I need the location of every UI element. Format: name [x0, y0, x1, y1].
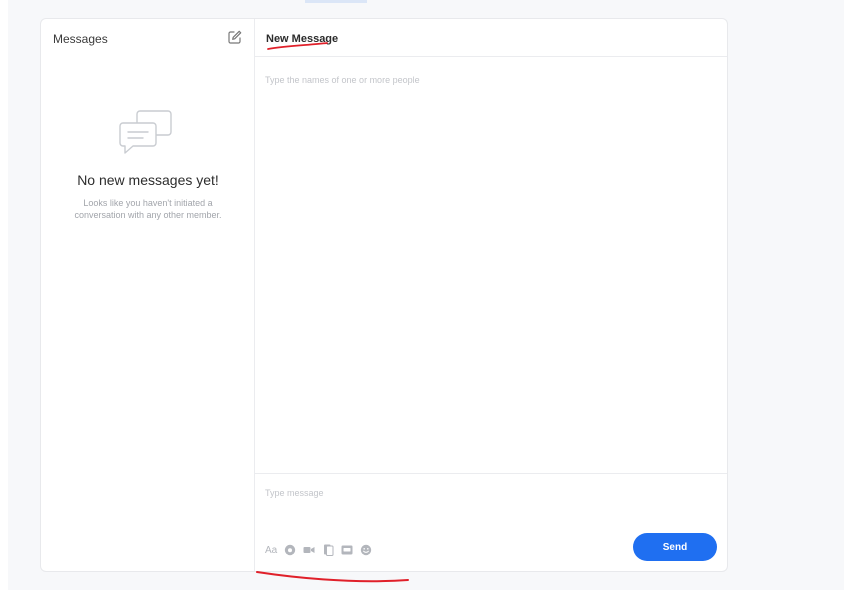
text-format-button[interactable]: Aa — [265, 544, 277, 556]
document-icon — [323, 544, 334, 556]
chat-bubbles-icon — [119, 110, 172, 154]
messages-sidebar: Messages No new messages yet! Looks like… — [41, 19, 255, 571]
sidebar-title: Messages — [53, 32, 108, 46]
recipients-input[interactable] — [265, 71, 705, 89]
red-underline-annotation — [267, 42, 328, 50]
attach-document-button[interactable] — [322, 544, 334, 556]
message-input[interactable] — [265, 484, 705, 502]
new-message-panel: New Message Aa — [255, 19, 727, 571]
video-button[interactable] — [303, 544, 315, 556]
gif-icon — [341, 545, 353, 555]
composer-toolbar: Aa — [265, 543, 372, 557]
emoji-icon — [361, 544, 372, 556]
gif-button[interactable] — [341, 544, 353, 556]
video-icon — [303, 547, 315, 553]
top-accent-bar — [305, 0, 367, 3]
camera-button[interactable] — [284, 544, 296, 556]
camera-icon — [285, 544, 296, 556]
compose-edit-icon — [228, 30, 242, 44]
empty-state-title: No new messages yet! — [77, 172, 219, 188]
send-button[interactable]: Send — [633, 533, 717, 561]
message-composer: Aa — [255, 473, 727, 571]
new-message-header: New Message — [255, 19, 727, 57]
red-underline-annotation-bottom — [256, 571, 409, 583]
emoji-button[interactable] — [360, 544, 372, 556]
compose-button[interactable] — [227, 29, 243, 45]
empty-state-description: Looks like you haven't initiated a conve… — [74, 198, 222, 220]
messages-card: Messages No new messages yet! Looks like… — [40, 18, 728, 572]
